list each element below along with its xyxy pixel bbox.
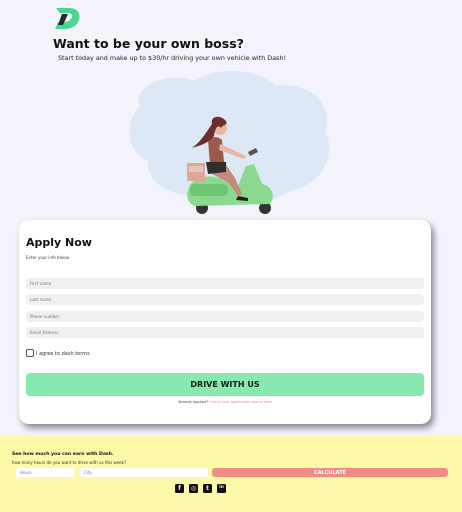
earnings-footer: See how much you can earn with Dash. how… bbox=[0, 435, 462, 512]
terms-label: I agree to dash terms bbox=[36, 351, 90, 357]
apply-subtitle: Enter your info below. bbox=[26, 255, 70, 260]
social-links: f ◎ t in bbox=[175, 484, 226, 493]
first-name-input[interactable] bbox=[26, 278, 424, 289]
scooter-rider-illustration bbox=[129, 70, 330, 214]
last-name-input[interactable] bbox=[26, 294, 424, 305]
application-status-link[interactable]: Check your application status here bbox=[209, 400, 272, 404]
hero-title: Want to be your own boss? bbox=[53, 36, 244, 51]
calculate-button[interactable]: CALCULATE bbox=[212, 468, 448, 477]
apply-form-card: Apply Now Enter your info below. I agree… bbox=[19, 220, 431, 424]
linkedin-icon[interactable]: in bbox=[217, 484, 226, 493]
earnings-question: how many hours do you want to drive with… bbox=[12, 460, 127, 465]
earnings-title: See how much you can earn with Dash. bbox=[12, 452, 114, 457]
facebook-icon[interactable]: f bbox=[175, 484, 184, 493]
city-input[interactable] bbox=[80, 468, 208, 477]
already-applied-label: Already applied? bbox=[178, 400, 209, 404]
email-address-input[interactable] bbox=[26, 327, 424, 338]
drive-with-us-button[interactable]: DRIVE WITH US bbox=[26, 373, 424, 396]
phone-number-input[interactable] bbox=[26, 311, 424, 322]
terms-checkbox[interactable] bbox=[26, 349, 34, 357]
hero-subtitle: Start today and make up to $30/hr drivin… bbox=[58, 54, 287, 62]
hours-input[interactable] bbox=[16, 468, 75, 477]
dash-logo[interactable] bbox=[53, 5, 83, 31]
apply-title: Apply Now bbox=[26, 236, 92, 249]
already-applied-text: Already applied? Check your application … bbox=[19, 400, 431, 404]
twitter-icon[interactable]: t bbox=[203, 484, 212, 493]
instagram-icon[interactable]: ◎ bbox=[189, 484, 198, 493]
